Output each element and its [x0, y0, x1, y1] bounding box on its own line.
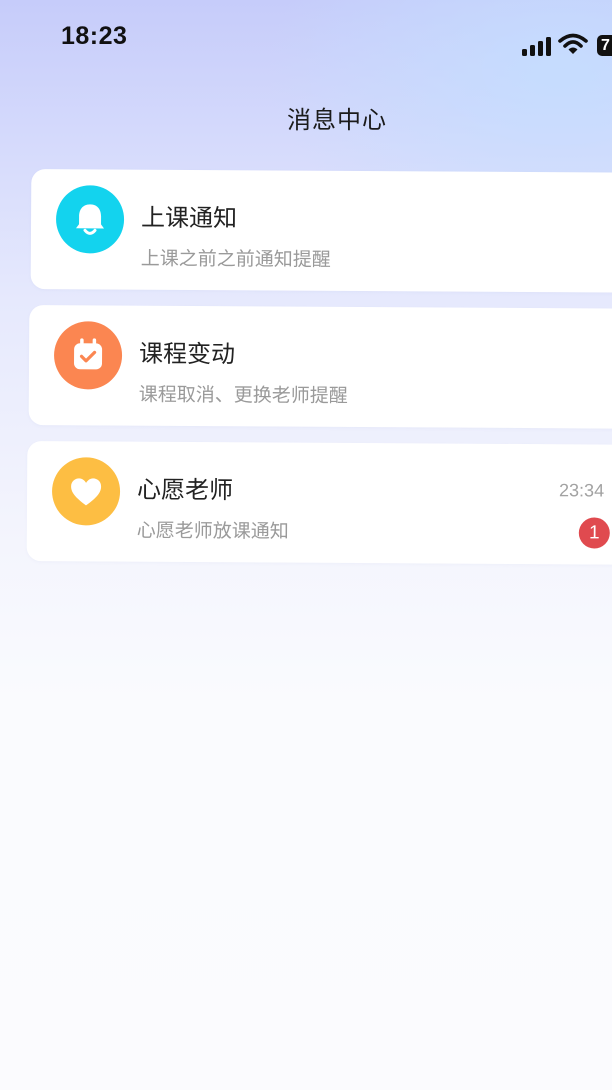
message-subtitle: 心愿老师放课通知	[136, 519, 289, 543]
calendar-check-icon	[74, 338, 103, 370]
message-title: 课程变动	[138, 339, 236, 369]
message-time: 23:34	[559, 480, 605, 501]
heart-icon	[71, 478, 102, 506]
message-item-course-change[interactable]: 课程变动 课程取消、更换老师提醒	[28, 305, 612, 429]
message-avatar	[55, 185, 125, 254]
status-time: 18:23	[61, 22, 128, 50]
message-item-wish-teacher[interactable]: 心愿老师 心愿老师放课通知 23:34 1	[26, 441, 612, 565]
message-title: 上课通知	[140, 203, 238, 233]
bell-icon	[76, 204, 105, 235]
wifi-icon	[558, 33, 588, 55]
message-item-class-notice[interactable]: 上课通知 上课之前之前通知提醒	[30, 169, 612, 293]
cellular-signal-icon	[522, 36, 552, 56]
message-title: 心愿老师	[136, 475, 234, 505]
unread-badge: 1	[578, 517, 610, 549]
message-subtitle: 课程取消、更换老师提醒	[138, 383, 348, 407]
message-avatar	[51, 457, 121, 526]
page-title: 消息中心	[287, 106, 387, 134]
battery-icon: 7	[597, 35, 612, 56]
message-avatar	[53, 321, 123, 390]
message-subtitle: 上课之前之前通知提醒	[140, 247, 331, 271]
status-bar: 18:23 7	[0, 0, 612, 80]
message-center-screen: 18:23 7 消息中心 上课通知 上课之前之前通知提醒 课程变动 课程取消、更…	[0, 0, 612, 1090]
